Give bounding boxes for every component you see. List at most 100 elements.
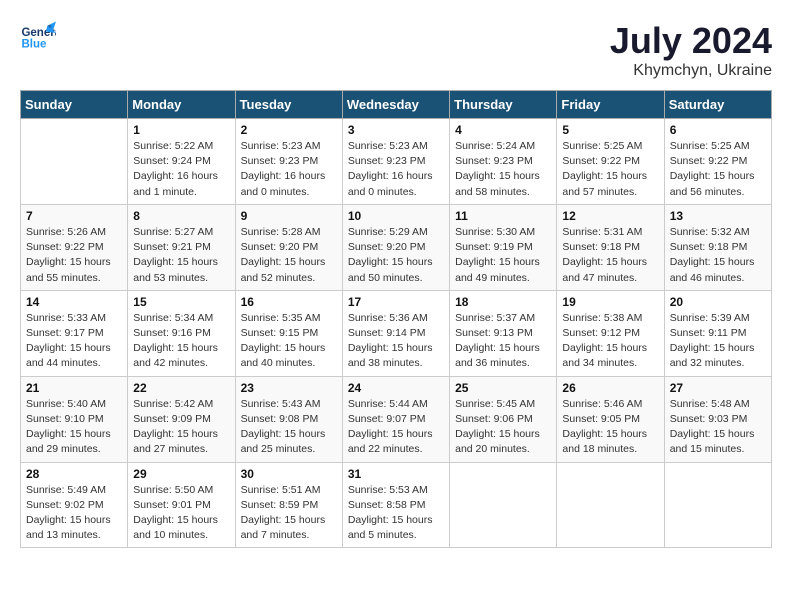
day-cell: 12 Sunrise: 5:31 AM Sunset: 9:18 PM Dayli… bbox=[557, 204, 664, 290]
weekday-header-thursday: Thursday bbox=[450, 91, 557, 119]
day-cell: 28 Sunrise: 5:49 AM Sunset: 9:02 PM Dayli… bbox=[21, 462, 128, 548]
day-number: 7 bbox=[26, 209, 122, 223]
day-number: 18 bbox=[455, 295, 551, 309]
day-cell: 9 Sunrise: 5:28 AM Sunset: 9:20 PM Daylig… bbox=[235, 204, 342, 290]
day-cell: 17Sunrise: 5:36 AM Sunset: 9:14 PM Dayli… bbox=[342, 290, 449, 376]
weekday-header-monday: Monday bbox=[128, 91, 235, 119]
weekday-header-row: SundayMondayTuesdayWednesdayThursdayFrid… bbox=[21, 91, 772, 119]
day-cell: 18 Sunrise: 5:37 AM Sunset: 9:13 PM Dayli… bbox=[450, 290, 557, 376]
day-number: 19 bbox=[562, 295, 658, 309]
logo-icon: General Blue bbox=[20, 20, 56, 56]
day-number: 29 bbox=[133, 467, 229, 481]
week-row-1: 1 Sunrise: 5:22 AM Sunset: 9:24 PM Daylig… bbox=[21, 119, 772, 205]
day-cell: 8Sunrise: 5:27 AM Sunset: 9:21 PM Daylig… bbox=[128, 204, 235, 290]
day-info: Sunrise: 5:24 AM Sunset: 9:23 PM Dayligh… bbox=[455, 139, 551, 200]
day-info: Sunrise: 5:33 AM Sunset: 9:17 PM Dayligh… bbox=[26, 311, 122, 372]
week-row-4: 21Sunrise: 5:40 AM Sunset: 9:10 PM Dayli… bbox=[21, 376, 772, 462]
day-number: 20 bbox=[670, 295, 766, 309]
day-info: Sunrise: 5:42 AM Sunset: 9:09 PM Dayligh… bbox=[133, 397, 229, 458]
svg-text:Blue: Blue bbox=[21, 38, 47, 50]
day-cell: 21Sunrise: 5:40 AM Sunset: 9:10 PM Dayli… bbox=[21, 376, 128, 462]
day-info: Sunrise: 5:49 AM Sunset: 9:02 PM Dayligh… bbox=[26, 483, 122, 544]
day-cell: 11Sunrise: 5:30 AM Sunset: 9:19 PM Dayli… bbox=[450, 204, 557, 290]
day-info: Sunrise: 5:26 AM Sunset: 9:22 PM Dayligh… bbox=[26, 225, 122, 286]
week-row-5: 28 Sunrise: 5:49 AM Sunset: 9:02 PM Dayli… bbox=[21, 462, 772, 548]
day-cell: 24Sunrise: 5:44 AM Sunset: 9:07 PM Dayli… bbox=[342, 376, 449, 462]
day-cell: 14Sunrise: 5:33 AM Sunset: 9:17 PM Dayli… bbox=[21, 290, 128, 376]
day-number: 26 bbox=[562, 381, 658, 395]
day-info: Sunrise: 5:37 AM Sunset: 9:13 PM Dayligh… bbox=[455, 311, 551, 372]
day-number: 9 bbox=[241, 209, 337, 223]
weekday-header-friday: Friday bbox=[557, 91, 664, 119]
day-cell: 31Sunrise: 5:53 AM Sunset: 8:58 PM Dayli… bbox=[342, 462, 449, 548]
day-info: Sunrise: 5:34 AM Sunset: 9:16 PM Dayligh… bbox=[133, 311, 229, 372]
day-cell: 23 Sunrise: 5:43 AM Sunset: 9:08 PM Dayli… bbox=[235, 376, 342, 462]
day-number: 12 bbox=[562, 209, 658, 223]
day-number: 10 bbox=[348, 209, 444, 223]
day-number: 13 bbox=[670, 209, 766, 223]
day-cell bbox=[557, 462, 664, 548]
day-info: Sunrise: 5:31 AM Sunset: 9:18 PM Dayligh… bbox=[562, 225, 658, 286]
day-info: Sunrise: 5:53 AM Sunset: 8:58 PM Dayligh… bbox=[348, 483, 444, 544]
day-cell: 1 Sunrise: 5:22 AM Sunset: 9:24 PM Daylig… bbox=[128, 119, 235, 205]
day-number: 1 bbox=[133, 123, 229, 137]
day-number: 5 bbox=[562, 123, 658, 137]
day-cell: 29 Sunrise: 5:50 AM Sunset: 9:01 PM Dayli… bbox=[128, 462, 235, 548]
day-info: Sunrise: 5:38 AM Sunset: 9:12 PM Dayligh… bbox=[562, 311, 658, 372]
day-info: Sunrise: 5:43 AM Sunset: 9:08 PM Dayligh… bbox=[241, 397, 337, 458]
day-number: 3 bbox=[348, 123, 444, 137]
weekday-header-sunday: Sunday bbox=[21, 91, 128, 119]
page-header: General Blue July 2024 Khymchyn, Ukraine bbox=[20, 20, 772, 80]
day-info: Sunrise: 5:50 AM Sunset: 9:01 PM Dayligh… bbox=[133, 483, 229, 544]
day-cell: 16 Sunrise: 5:35 AM Sunset: 9:15 PM Dayli… bbox=[235, 290, 342, 376]
day-cell bbox=[664, 462, 771, 548]
day-number: 15 bbox=[133, 295, 229, 309]
day-number: 27 bbox=[670, 381, 766, 395]
day-info: Sunrise: 5:28 AM Sunset: 9:20 PM Dayligh… bbox=[241, 225, 337, 286]
day-info: Sunrise: 5:40 AM Sunset: 9:10 PM Dayligh… bbox=[26, 397, 122, 458]
day-cell: 30 Sunrise: 5:51 AM Sunset: 8:59 PM Dayli… bbox=[235, 462, 342, 548]
day-cell: 19 Sunrise: 5:38 AM Sunset: 9:12 PM Dayli… bbox=[557, 290, 664, 376]
day-info: Sunrise: 5:39 AM Sunset: 9:11 PM Dayligh… bbox=[670, 311, 766, 372]
day-cell: 2Sunrise: 5:23 AM Sunset: 9:23 PM Daylig… bbox=[235, 119, 342, 205]
day-number: 30 bbox=[241, 467, 337, 481]
day-cell: 6 Sunrise: 5:25 AM Sunset: 9:22 PM Daylig… bbox=[664, 119, 771, 205]
day-cell: 13 Sunrise: 5:32 AM Sunset: 9:18 PM Dayli… bbox=[664, 204, 771, 290]
day-info: Sunrise: 5:35 AM Sunset: 9:15 PM Dayligh… bbox=[241, 311, 337, 372]
day-number: 28 bbox=[26, 467, 122, 481]
day-number: 23 bbox=[241, 381, 337, 395]
day-number: 16 bbox=[241, 295, 337, 309]
day-info: Sunrise: 5:23 AM Sunset: 9:23 PM Dayligh… bbox=[348, 139, 444, 200]
weekday-header-wednesday: Wednesday bbox=[342, 91, 449, 119]
day-info: Sunrise: 5:44 AM Sunset: 9:07 PM Dayligh… bbox=[348, 397, 444, 458]
day-number: 8 bbox=[133, 209, 229, 223]
day-info: Sunrise: 5:23 AM Sunset: 9:23 PM Dayligh… bbox=[241, 139, 337, 200]
day-number: 22 bbox=[133, 381, 229, 395]
day-info: Sunrise: 5:29 AM Sunset: 9:20 PM Dayligh… bbox=[348, 225, 444, 286]
day-info: Sunrise: 5:45 AM Sunset: 9:06 PM Dayligh… bbox=[455, 397, 551, 458]
day-info: Sunrise: 5:32 AM Sunset: 9:18 PM Dayligh… bbox=[670, 225, 766, 286]
day-cell: 3 Sunrise: 5:23 AM Sunset: 9:23 PM Daylig… bbox=[342, 119, 449, 205]
location: Khymchyn, Ukraine bbox=[610, 62, 772, 80]
logo: General Blue bbox=[20, 20, 56, 56]
day-cell: 20 Sunrise: 5:39 AM Sunset: 9:11 PM Dayli… bbox=[664, 290, 771, 376]
day-number: 6 bbox=[670, 123, 766, 137]
day-info: Sunrise: 5:22 AM Sunset: 9:24 PM Dayligh… bbox=[133, 139, 229, 200]
day-info: Sunrise: 5:25 AM Sunset: 9:22 PM Dayligh… bbox=[670, 139, 766, 200]
weekday-header-tuesday: Tuesday bbox=[235, 91, 342, 119]
day-info: Sunrise: 5:51 AM Sunset: 8:59 PM Dayligh… bbox=[241, 483, 337, 544]
day-info: Sunrise: 5:46 AM Sunset: 9:05 PM Dayligh… bbox=[562, 397, 658, 458]
day-number: 17 bbox=[348, 295, 444, 309]
day-cell: 7 Sunrise: 5:26 AM Sunset: 9:22 PM Daylig… bbox=[21, 204, 128, 290]
day-cell: 10 Sunrise: 5:29 AM Sunset: 9:20 PM Dayli… bbox=[342, 204, 449, 290]
day-number: 4 bbox=[455, 123, 551, 137]
day-info: Sunrise: 5:25 AM Sunset: 9:22 PM Dayligh… bbox=[562, 139, 658, 200]
day-cell: 26 Sunrise: 5:46 AM Sunset: 9:05 PM Dayli… bbox=[557, 376, 664, 462]
day-cell: 5 Sunrise: 5:25 AM Sunset: 9:22 PM Daylig… bbox=[557, 119, 664, 205]
day-cell: 22 Sunrise: 5:42 AM Sunset: 9:09 PM Dayli… bbox=[128, 376, 235, 462]
day-info: Sunrise: 5:30 AM Sunset: 9:19 PM Dayligh… bbox=[455, 225, 551, 286]
day-cell: 4 Sunrise: 5:24 AM Sunset: 9:23 PM Daylig… bbox=[450, 119, 557, 205]
day-cell: 25Sunrise: 5:45 AM Sunset: 9:06 PM Dayli… bbox=[450, 376, 557, 462]
day-cell: 15 Sunrise: 5:34 AM Sunset: 9:16 PM Dayli… bbox=[128, 290, 235, 376]
weekday-header-saturday: Saturday bbox=[664, 91, 771, 119]
